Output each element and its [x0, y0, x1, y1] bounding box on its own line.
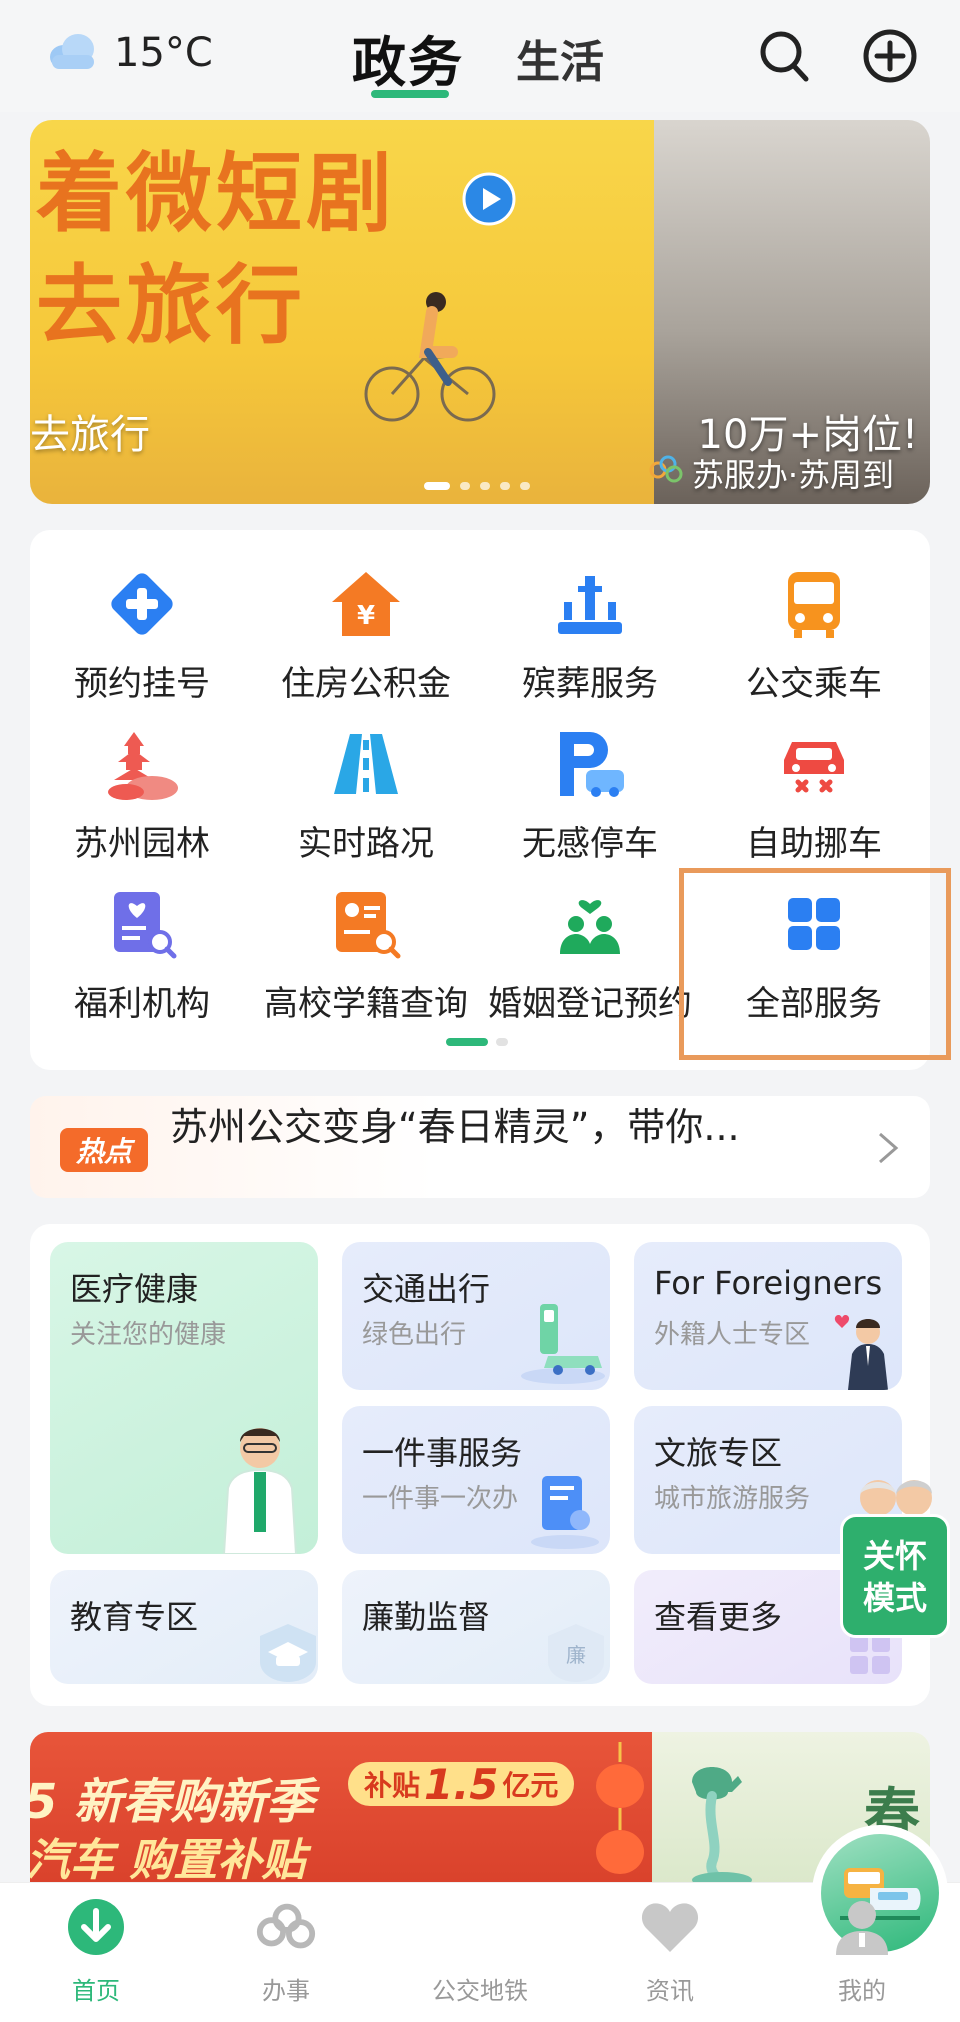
plus-circle-icon[interactable] — [862, 28, 918, 88]
pagination-dot[interactable] — [520, 482, 530, 490]
hot-badge: 热点 — [60, 1128, 148, 1172]
heart-icon — [638, 1895, 702, 1959]
banner-title: 着微短剧 去旅行 — [36, 143, 396, 356]
promo-subsidy: 5 新春购新季 汽车 购置补贴 补贴 1.5 亿元 — [30, 1732, 652, 1900]
person-icon — [830, 1895, 894, 1959]
cloud-icon — [46, 31, 98, 75]
tab-life[interactable]: 生活 — [516, 26, 604, 90]
marriage-icon — [550, 884, 630, 964]
svg-text:廉: 廉 — [566, 1643, 586, 1667]
service-move-car[interactable]: 自助挪车 — [702, 724, 926, 865]
banner-slide-travel: 着微短剧 去旅行 去旅行 — [30, 120, 654, 504]
su-logo-icon — [648, 454, 684, 492]
service-gardens[interactable]: 苏州园林 — [30, 724, 254, 865]
hot-news-text: 苏州公交变身“春日精灵”，带你... — [170, 1105, 740, 1149]
service-housing-fund[interactable]: ¥ 住房公积金 — [254, 564, 478, 705]
memorial-icon — [550, 564, 630, 644]
weather-widget[interactable]: 15°C — [46, 30, 213, 76]
search-icon[interactable] — [758, 28, 810, 88]
service-student-records[interactable]: 高校学籍查询 — [254, 884, 478, 1025]
pagination-dot[interactable] — [496, 1038, 508, 1046]
road-icon — [326, 724, 406, 804]
service-zones: 医疗健康 关注您的健康 交通出行 绿色出行 For Foreigners 外籍人… — [30, 1224, 930, 1706]
nav-services[interactable]: 办事 — [206, 1895, 366, 2006]
graduation-cap-icon — [258, 1622, 318, 1684]
lantern-icon — [590, 1742, 650, 1896]
banner-pagination — [424, 482, 530, 490]
doctor-illustration — [210, 1418, 310, 1554]
promo-subtitle: 汽车 购置补贴 — [30, 1835, 306, 1886]
service-marriage[interactable]: 婚姻登记预约 — [478, 884, 702, 1025]
tab-government[interactable]: 政务 — [352, 18, 464, 97]
teapot-illustration — [672, 1752, 762, 1896]
highlight-annotation — [679, 868, 951, 1060]
service-traffic[interactable]: 实时路况 — [254, 724, 478, 865]
subsidy-badge: 补贴 1.5 亿元 — [348, 1760, 575, 1809]
medical-cross-icon — [102, 564, 182, 644]
banner-slide-jobs: 10万+岗位! — [654, 120, 930, 504]
download-circle-icon — [64, 1895, 128, 1959]
zone-foreigners[interactable]: For Foreigners 外籍人士专区 — [634, 1242, 902, 1390]
nav-home[interactable]: 首页 — [16, 1895, 176, 2006]
active-tab-indicator — [371, 90, 449, 98]
pagination-dot[interactable] — [500, 482, 510, 490]
ev-charging-illustration — [518, 1298, 608, 1390]
pagoda-icon — [102, 724, 182, 804]
pagination-dot[interactable] — [480, 482, 490, 490]
top-header: 15°C 政务 生活 — [0, 0, 960, 112]
svg-text:¥: ¥ — [357, 601, 375, 631]
hot-news-bar[interactable]: 热点 苏州公交变身“春日精灵”，带你... — [30, 1096, 930, 1198]
promo-banner[interactable]: 5 新春购新季 汽车 购置补贴 补贴 1.5 亿元 春 — [30, 1732, 930, 1900]
zone-integrity[interactable]: 廉勤监督 廉 — [342, 1570, 610, 1684]
pagination-dot[interactable] — [424, 482, 450, 490]
service-pagination — [446, 1038, 508, 1046]
car-move-icon — [774, 724, 854, 804]
zone-one-thing[interactable]: 一件事服务 一件事一次办 — [342, 1406, 610, 1554]
service-welfare[interactable]: 福利机构 — [30, 884, 254, 1025]
temperature: 15°C — [114, 30, 213, 76]
nav-transit[interactable]: 公交地铁 — [400, 1825, 948, 2006]
nav-profile[interactable]: 我的 — [782, 1895, 942, 2006]
pagination-dot[interactable] — [460, 482, 470, 490]
service-bus[interactable]: 公交乘车 — [702, 564, 926, 705]
cyclist-illustration — [360, 282, 510, 436]
service-parking[interactable]: 无感停车 — [478, 724, 702, 865]
bottom-navigation: 首页 办事 公交地铁 资讯 我的 — [0, 1825, 960, 2022]
parking-icon — [550, 724, 630, 804]
pagination-dot[interactable] — [446, 1038, 488, 1046]
welfare-doc-icon — [102, 884, 182, 964]
banner-source: 苏服办·苏周到 — [648, 450, 894, 496]
bus-icon — [774, 564, 854, 644]
student-search-icon — [326, 884, 406, 964]
nav-news[interactable]: 资讯 — [590, 1895, 750, 2006]
service-funeral[interactable]: 殡葬服务 — [478, 564, 702, 705]
promo-title: 5 新春购新季 — [30, 1774, 315, 1830]
zone-traffic[interactable]: 交通出行 绿色出行 — [342, 1242, 610, 1390]
service-appointment[interactable]: 预约挂号 — [30, 564, 254, 705]
document-illustration — [528, 1466, 602, 1554]
zone-medical[interactable]: 医疗健康 关注您的健康 — [50, 1242, 318, 1554]
zone-education[interactable]: 教育专区 — [50, 1570, 318, 1684]
integrity-shield-icon: 廉 — [546, 1622, 606, 1684]
banner-subtitle: 去旅行 — [30, 412, 150, 458]
chevron-right-icon — [876, 1130, 900, 1170]
care-mode-button[interactable]: 关怀 模式 — [840, 1514, 950, 1638]
su-logo-icon — [254, 1895, 318, 1959]
play-icon — [462, 172, 516, 230]
businessman-illustration — [830, 1310, 892, 1390]
house-yuan-icon: ¥ — [326, 564, 406, 644]
hero-banner[interactable]: 着微短剧 去旅行 去旅行 10万+岗位! 苏服办·苏周到 — [30, 120, 930, 504]
